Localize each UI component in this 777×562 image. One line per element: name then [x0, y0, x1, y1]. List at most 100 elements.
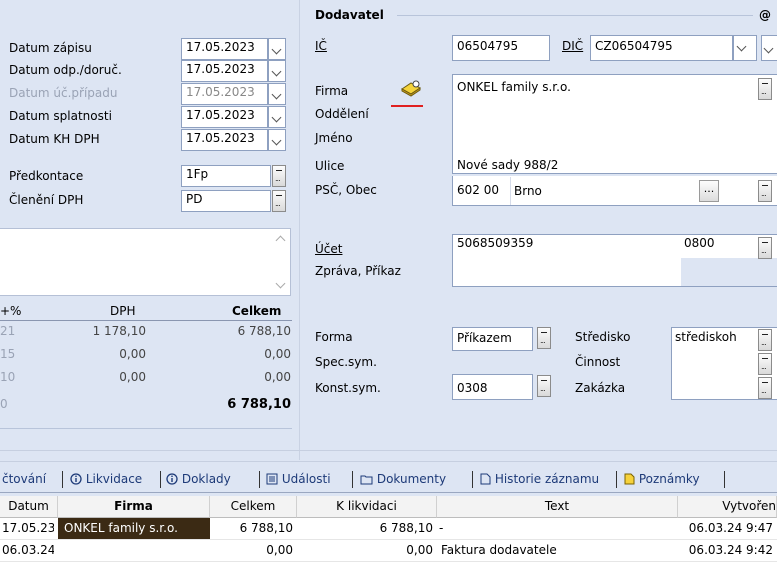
tab-label: Historie záznamu [494, 472, 600, 486]
stredisko-label: Středisko [575, 330, 631, 344]
date-dropdown-button[interactable] [268, 83, 286, 105]
tab-label: Doklady [181, 472, 231, 486]
forma-input[interactable]: Příkazem [452, 327, 533, 351]
forma-picker-button[interactable]: ... [537, 327, 551, 349]
predkontace-input[interactable]: 1Fp [181, 165, 271, 187]
obec-browse-button[interactable]: ... [699, 180, 719, 202]
ucet-picker-button[interactable]: ... [758, 237, 772, 259]
tab-label: Dokumenty [376, 472, 447, 486]
dic-input[interactable]: CZ06504795 [590, 35, 733, 61]
psc-input[interactable]: 602 00 [457, 183, 499, 197]
tab-6[interactable]: Historie záznamu [480, 472, 599, 488]
ucet-input[interactable]: 5068509359 [457, 236, 533, 250]
dic-label[interactable]: DIČ [562, 39, 583, 53]
date-label: Datum úč.případu [9, 86, 118, 100]
ulice-value[interactable]: Nové sady 988/2 [457, 158, 558, 172]
konst-sym-input[interactable]: 0308 [452, 374, 533, 400]
date-dropdown-button[interactable] [268, 38, 286, 60]
date-dropdown-button[interactable] [268, 129, 286, 151]
vat-rate-cell: 15 [0, 347, 16, 361]
grid-cell: 6 788,10 [379, 521, 433, 535]
address-book-icon[interactable] [400, 79, 422, 97]
zakazka-label: Zakázka [575, 381, 626, 395]
date-input[interactable]: 17.05.2023 [181, 83, 268, 105]
date-input[interactable]: 17.05.2023 [181, 38, 268, 60]
psc-picker-button[interactable]: ... [758, 180, 772, 202]
grid-header-2[interactable]: Firma [58, 496, 210, 518]
tab-label: Události [281, 472, 331, 486]
tab-3[interactable]: Doklady [166, 472, 231, 488]
vat-celkem-cell: 6 788,10 [227, 397, 291, 412]
zakazka-picker-button[interactable]: ... [758, 377, 772, 399]
grid-cell: 06.03.24 [2, 543, 54, 557]
records-grid: Datum Firma Celkem K likvidaci Text Vytvořen 1… [0, 496, 777, 562]
detail-tab-bar: čtování Likvidace Doklady Události Dokum… [0, 468, 777, 492]
email-at-icon[interactable]: @ [759, 8, 771, 22]
stredisko-picker-button[interactable]: ... [758, 329, 772, 351]
supplier-panel: Dodavatel @ IČ 06504795 DIČ CZ06504795 F… [305, 0, 777, 460]
predkontace-label: Předkontace [9, 169, 84, 183]
tab-7[interactable]: Poznámky [624, 472, 700, 488]
jmeno-label: Jméno [315, 131, 353, 145]
date-label: Datum odp./doruč. [9, 63, 122, 77]
bank-code-input[interactable]: 0800 [684, 236, 715, 250]
cleneni-dph-picker-button[interactable]: ... [272, 190, 286, 212]
cinnost-label: Činnost [575, 355, 621, 369]
note-textarea[interactable] [0, 228, 291, 296]
dic-dropdown[interactable] [733, 35, 757, 61]
obec-input[interactable]: Brno [514, 184, 542, 198]
scroll-up-icon[interactable] [275, 235, 286, 246]
tab-5[interactable]: Dokumenty [360, 472, 446, 488]
grid-header-4[interactable]: K likvidaci [297, 496, 437, 518]
date-dropdown-button[interactable] [268, 106, 286, 128]
grid-cell: 0,00 [406, 543, 433, 557]
info-icon [166, 473, 178, 488]
tab-separator [62, 471, 63, 488]
tab-4[interactable]: Události [266, 472, 331, 488]
tab-separator [472, 471, 473, 488]
document-icon [480, 473, 491, 488]
ucet-label[interactable]: Účet [315, 242, 342, 256]
tab-2[interactable]: Likvidace [70, 472, 142, 488]
date-dropdown-button[interactable] [268, 60, 286, 82]
konst-sym-picker-button[interactable]: ... [537, 375, 551, 397]
vat-rate-cell: 0 [0, 397, 8, 411]
firma-picker-button[interactable]: ... [758, 78, 772, 100]
folder-icon [360, 473, 373, 488]
date-label: Datum zápisu [9, 41, 92, 55]
forma-label: Forma [315, 330, 353, 344]
firma-value: ONKEL family s.r.o. [457, 80, 571, 94]
grid-header-1[interactable]: Datum [0, 496, 58, 518]
vat-rate-header: +% [0, 304, 22, 318]
cleneni-dph-input[interactable]: PD [181, 190, 271, 212]
grid-header-3[interactable]: Celkem [210, 496, 297, 518]
grid-cell: 06.03.24 9:42 [688, 543, 773, 557]
note-icon [624, 473, 635, 488]
date-input[interactable]: 17.05.2023 [181, 129, 268, 151]
ic-input[interactable]: 06504795 [452, 35, 550, 61]
tab-separator [616, 471, 617, 488]
cinnost-picker-button[interactable]: ... [758, 353, 772, 375]
tab-separator [352, 471, 353, 488]
tab-label: Poznámky [638, 472, 700, 486]
vat-dph-header: DPH [110, 304, 136, 318]
grid-header-5[interactable]: Text [437, 496, 678, 518]
ulice-label: Ulice [315, 159, 345, 173]
stredisko-input[interactable]: střediskoh [675, 330, 737, 344]
tab-separator [160, 471, 161, 488]
predkontace-picker-button[interactable]: ... [272, 165, 286, 187]
dic-side-dropdown[interactable] [761, 35, 777, 61]
grid-cell: Faktura dodavatele [441, 543, 557, 557]
psc-obec-label: PSČ, Obec [315, 183, 377, 197]
date-input[interactable]: 17.05.2023 [181, 60, 268, 82]
vat-celkem-header: Celkem [232, 304, 282, 318]
date-input[interactable]: 17.05.2023 [181, 106, 268, 128]
vat-dph-cell: 1 178,10 [92, 324, 146, 338]
tab-1[interactable]: čtování [2, 472, 46, 486]
tab-label: Likvidace [85, 472, 143, 486]
scroll-down-icon[interactable] [275, 278, 286, 289]
ic-label[interactable]: IČ [315, 39, 327, 53]
vat-celkem-cell: 0,00 [264, 347, 291, 361]
info-icon [70, 473, 82, 488]
grid-header-6[interactable]: Vytvořen [678, 496, 777, 518]
